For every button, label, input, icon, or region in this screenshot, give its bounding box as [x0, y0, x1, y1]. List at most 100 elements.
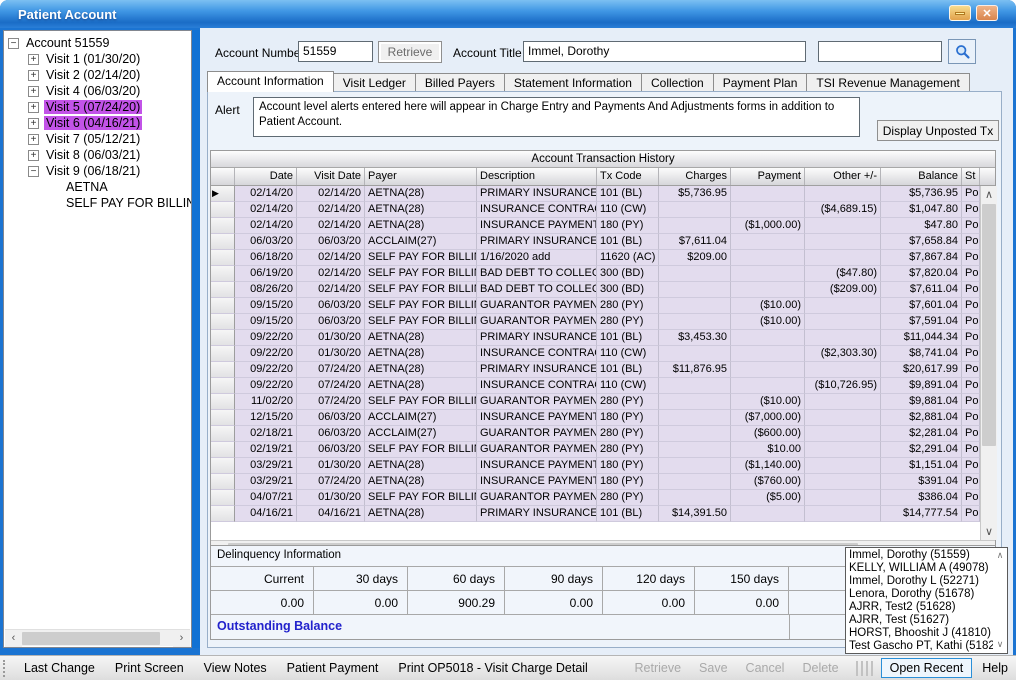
table-row[interactable]: 09/22/2001/30/20AETNA(28)PRIMARY INSURAN…	[211, 330, 980, 346]
recent-account-item[interactable]: Immel, Dorothy L (52271)	[849, 575, 993, 588]
toolbar-item-print-op5018-visit-charge-detail[interactable]: Print OP5018 - Visit Charge Detail	[388, 661, 597, 675]
search-button[interactable]	[948, 39, 976, 64]
table-row[interactable]: 06/18/2002/14/20SELF PAY FOR BILLING(1/1…	[211, 250, 980, 266]
account-title-input[interactable]: Immel, Dorothy	[523, 41, 806, 62]
column-header-Date[interactable]: Date	[235, 168, 297, 185]
scroll-left-icon[interactable]: ‹	[5, 630, 22, 647]
help-button[interactable]: Help	[978, 661, 1016, 675]
table-row[interactable]: 09/15/2006/03/20SELF PAY FOR BILLING(GUA…	[211, 298, 980, 314]
recent-account-item[interactable]: AJRR, Test (51627)	[849, 614, 993, 627]
tab-tsi-revenue-management[interactable]: TSI Revenue Management	[806, 73, 969, 92]
retrieve-button[interactable]: Retrieve	[378, 41, 442, 63]
column-header-Visit Date[interactable]: Visit Date	[297, 168, 365, 185]
table-row[interactable]: 09/22/2007/24/20AETNA(28)PRIMARY INSURAN…	[211, 362, 980, 378]
tree-item-visit-8-06-03-21-[interactable]: +Visit 8 (06/03/21)	[8, 147, 191, 163]
column-header-Description[interactable]: Description	[477, 168, 597, 185]
table-row[interactable]: 09/22/2007/24/20AETNA(28)INSURANCE CONTR…	[211, 378, 980, 394]
column-header-Charges[interactable]: Charges	[659, 168, 731, 185]
scroll-down-icon[interactable]: ∨	[981, 523, 997, 540]
expand-icon[interactable]: +	[28, 118, 39, 129]
tree-item-visit-7-05-12-21-[interactable]: +Visit 7 (05/12/21)	[8, 131, 191, 147]
table-row[interactable]: ▶02/14/2002/14/20AETNA(28)PRIMARY INSURA…	[211, 186, 980, 202]
tree-item-visit-1-01-30-20-[interactable]: +Visit 1 (01/30/20)	[8, 51, 191, 67]
table-row[interactable]: 03/29/2107/24/20AETNA(28)INSURANCE PAYME…	[211, 474, 980, 490]
tree-item-account-51559[interactable]: −Account 51559	[8, 35, 191, 51]
column-header-Tx Code[interactable]: Tx Code	[597, 168, 659, 185]
table-row[interactable]: 02/14/2002/14/20AETNA(28)INSURANCE PAYME…	[211, 218, 980, 234]
table-row[interactable]: 03/29/2101/30/20AETNA(28)INSURANCE PAYME…	[211, 458, 980, 474]
tree-item-visit-9-06-18-21-[interactable]: −Visit 9 (06/18/21)	[8, 163, 191, 179]
expand-icon[interactable]: +	[28, 86, 39, 97]
recent-account-item[interactable]: Test Gascho PT, Kathi (5182	[849, 640, 993, 653]
column-header-Payment[interactable]: Payment	[731, 168, 805, 185]
table-row[interactable]: 02/19/2106/03/20SELF PAY FOR BILLING(GUA…	[211, 442, 980, 458]
tree-item-aetna[interactable]: AETNA	[8, 179, 191, 195]
scroll-up-icon[interactable]: ∧	[993, 550, 1007, 562]
tree-scroll-thumb[interactable]	[22, 632, 160, 645]
expand-icon[interactable]: +	[28, 102, 39, 113]
toolbar-item-patient-payment[interactable]: Patient Payment	[277, 661, 389, 675]
table-vscroll-thumb[interactable]	[982, 204, 996, 446]
open-recent-button[interactable]: Open Recent	[881, 658, 973, 678]
scroll-down-icon[interactable]: ∨	[993, 639, 1007, 651]
tab-visit-ledger[interactable]: Visit Ledger	[333, 73, 416, 92]
outstanding-balance-link[interactable]: Outstanding Balance	[211, 615, 789, 639]
recent-account-item[interactable]: Immel, Dorothy (51559)	[849, 549, 993, 562]
table-cell: ($4,689.15)	[805, 202, 881, 218]
table-vertical-scrollbar[interactable]: ∧ ∨	[980, 186, 997, 540]
expand-icon[interactable]: +	[28, 150, 39, 161]
tab-account-information[interactable]: Account Information	[207, 71, 334, 92]
account-number-input[interactable]: 51559	[298, 41, 373, 62]
table-row[interactable]: 02/18/2106/03/20ACCLAIM(27)GUARANTOR PAY…	[211, 426, 980, 442]
column-header-selector[interactable]	[211, 168, 235, 185]
table-row[interactable]: 06/03/2006/03/20ACCLAIM(27)PRIMARY INSUR…	[211, 234, 980, 250]
recent-account-item[interactable]: Lenora, Dorothy (51678)	[849, 588, 993, 601]
toolbar-item-view-notes[interactable]: View Notes	[194, 661, 277, 675]
toolbar-separator	[856, 661, 873, 676]
table-row[interactable]: 02/14/2002/14/20AETNA(28)INSURANCE CONTR…	[211, 202, 980, 218]
table-row[interactable]: 12/15/2006/03/20ACCLAIM(27)INSURANCE PAY…	[211, 410, 980, 426]
alert-textarea[interactable]: Account level alerts entered here will a…	[253, 97, 860, 137]
tab-collection[interactable]: Collection	[641, 73, 714, 92]
tab-billed-payers[interactable]: Billed Payers	[415, 73, 505, 92]
table-row[interactable]: 06/19/2002/14/20SELF PAY FOR BILLING(BAD…	[211, 266, 980, 282]
tree-item-visit-5-07-24-20-[interactable]: +Visit 5 (07/24/20)	[8, 99, 191, 115]
display-unposted-tx-button[interactable]: Display Unposted Tx	[877, 120, 999, 141]
expand-icon[interactable]: +	[28, 134, 39, 145]
scroll-right-icon[interactable]: ›	[173, 630, 190, 647]
popup-scrollbar[interactable]: ∧ ∨	[993, 548, 1007, 653]
tree-item-visit-2-02-14-20-[interactable]: +Visit 2 (02/14/20)	[8, 67, 191, 83]
tree-horizontal-scrollbar[interactable]: ‹ ›	[5, 629, 190, 646]
table-row[interactable]: 04/16/2104/16/21AETNA(28)PRIMARY INSURAN…	[211, 506, 980, 522]
table-row[interactable]: 09/22/2001/30/20AETNA(28)INSURANCE CONTR…	[211, 346, 980, 362]
table-cell: 02/14/20	[297, 186, 365, 202]
recent-account-item[interactable]: KELLY, WILLIAM A (49078)	[849, 562, 993, 575]
toolbar-item-print-screen[interactable]: Print Screen	[105, 661, 194, 675]
table-row[interactable]: 04/07/2101/30/20SELF PAY FOR BILLING(GUA…	[211, 490, 980, 506]
account-search-input[interactable]	[818, 41, 942, 62]
panel-splitter[interactable]	[192, 30, 200, 648]
open-recent-popup: Immel, Dorothy (51559)KELLY, WILLIAM A (…	[845, 547, 1008, 654]
tree-item-visit-4-06-03-20-[interactable]: +Visit 4 (06/03/20)	[8, 83, 191, 99]
expand-icon[interactable]: +	[28, 70, 39, 81]
column-header-Payer[interactable]: Payer	[365, 168, 477, 185]
column-header-Other +/-[interactable]: Other +/-	[805, 168, 881, 185]
column-header-Balance[interactable]: Balance	[881, 168, 962, 185]
tab-statement-information[interactable]: Statement Information	[504, 73, 642, 92]
scroll-up-icon[interactable]: ∧	[981, 186, 997, 203]
toolbar-item-last-change[interactable]: Last Change	[14, 661, 105, 675]
table-row[interactable]: 08/26/2002/14/20SELF PAY FOR BILLING(BAD…	[211, 282, 980, 298]
recent-account-item[interactable]: HORST, Bhooshit J (41810)	[849, 627, 993, 640]
expand-icon[interactable]: +	[28, 54, 39, 65]
close-button[interactable]: ✕	[976, 5, 998, 21]
table-row[interactable]: 09/15/2006/03/20SELF PAY FOR BILLING(GUA…	[211, 314, 980, 330]
column-header-St[interactable]: St	[962, 168, 980, 185]
table-row[interactable]: 11/02/2007/24/20SELF PAY FOR BILLING(GUA…	[211, 394, 980, 410]
tree-item-self-pay-for-billing[interactable]: SELF PAY FOR BILLING	[8, 195, 191, 211]
tree-item-visit-6-04-16-21-[interactable]: +Visit 6 (04/16/21)	[8, 115, 191, 131]
collapse-icon[interactable]: −	[28, 166, 39, 177]
minimize-button[interactable]	[949, 5, 971, 21]
tab-payment-plan[interactable]: Payment Plan	[713, 73, 808, 92]
collapse-icon[interactable]: −	[8, 38, 19, 49]
recent-account-item[interactable]: AJRR, Test2 (51628)	[849, 601, 993, 614]
